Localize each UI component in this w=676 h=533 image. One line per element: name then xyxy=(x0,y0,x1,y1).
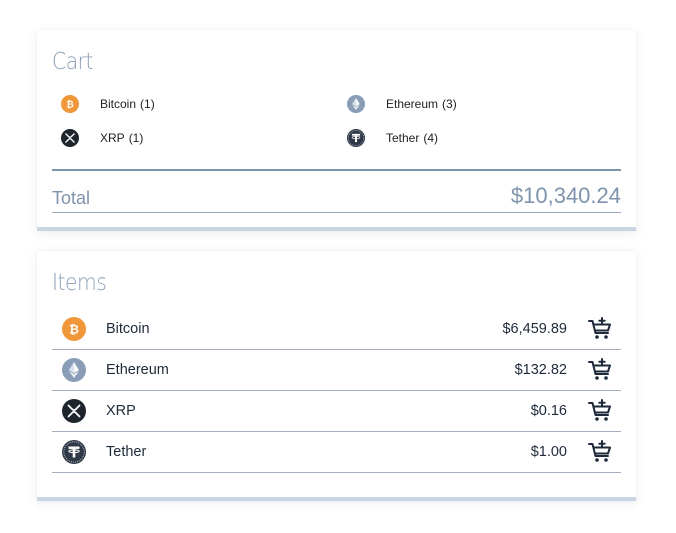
cart-entry-qty: (4) xyxy=(423,131,439,145)
cart-divider xyxy=(52,169,621,171)
items-bottom-bar xyxy=(37,497,636,501)
cart-entry-name: Ethereum xyxy=(386,97,439,111)
add-to-cart-icon xyxy=(587,357,613,383)
total-label: Total xyxy=(52,188,91,208)
ethereum-icon xyxy=(347,95,365,113)
cart-entry-name: XRP xyxy=(100,131,125,145)
item-price: $0.16 xyxy=(530,403,567,419)
xrp-icon xyxy=(62,399,86,423)
cart-title: Cart xyxy=(52,49,94,75)
tether-icon xyxy=(62,440,86,464)
item-price: $132.82 xyxy=(514,362,567,378)
cart-entry-name: Tether xyxy=(386,131,420,145)
cart-entry-qty: (1) xyxy=(140,97,155,111)
total-value: $10,340.24 xyxy=(510,183,621,208)
item-price: $1.00 xyxy=(530,444,567,460)
bitcoin-icon xyxy=(62,317,86,341)
cart-panel: Cart Bitcoin (1) Ethereum (3) XRP (1) Te… xyxy=(37,30,636,231)
items-panel: Items Bitcoin $6,459.89 Ethereum $132.82… xyxy=(37,251,636,501)
item-name: Ethereum xyxy=(106,362,169,378)
cart-bottom-bar xyxy=(37,227,636,231)
add-to-cart-icon xyxy=(587,439,613,465)
item-name: Tether xyxy=(106,444,147,460)
item-name: XRP xyxy=(106,403,136,419)
ethereum-icon xyxy=(62,358,86,382)
item-row-tether: Tether $1.00 xyxy=(52,432,621,473)
add-to-cart-button[interactable] xyxy=(587,357,613,383)
cart-entry-xrp: XRP (1) xyxy=(61,127,143,149)
cart-entry-name: Bitcoin xyxy=(100,97,137,111)
add-to-cart-icon xyxy=(587,398,613,424)
tether-icon xyxy=(347,129,365,147)
items-list: Bitcoin $6,459.89 Ethereum $132.82 XRP $… xyxy=(52,309,621,473)
item-price: $6,459.89 xyxy=(502,321,567,337)
add-to-cart-button[interactable] xyxy=(587,398,613,424)
cart-entry-tether: Tether (4) xyxy=(347,127,438,149)
cart-entry-ethereum: Ethereum (3) xyxy=(347,93,457,115)
items-title: Items xyxy=(52,270,107,296)
bitcoin-icon xyxy=(61,95,79,113)
item-name: Bitcoin xyxy=(106,321,150,337)
add-to-cart-icon xyxy=(587,316,613,342)
cart-entry-qty: (1) xyxy=(128,131,144,145)
add-to-cart-button[interactable] xyxy=(587,439,613,465)
cart-entry-qty: (3) xyxy=(442,97,457,111)
item-row-bitcoin: Bitcoin $6,459.89 xyxy=(52,309,621,350)
add-to-cart-button[interactable] xyxy=(587,316,613,342)
cart-entry-bitcoin: Bitcoin (1) xyxy=(61,93,155,115)
xrp-icon xyxy=(61,129,79,147)
total-underline xyxy=(52,212,621,213)
item-row-ethereum: Ethereum $132.82 xyxy=(52,350,621,391)
item-row-xrp: XRP $0.16 xyxy=(52,391,621,432)
